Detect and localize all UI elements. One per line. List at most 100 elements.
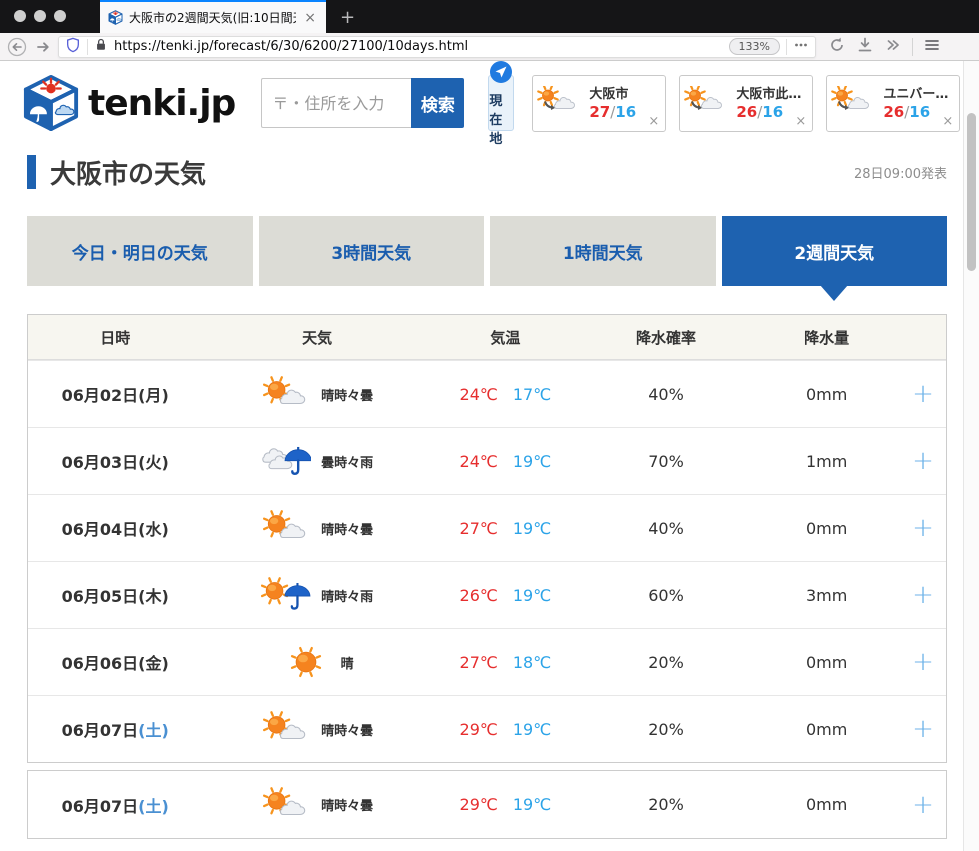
expand-row-button[interactable]: + <box>900 792 946 818</box>
weather-icon <box>261 376 311 412</box>
hamburger-menu-icon[interactable] <box>923 36 941 58</box>
browser-tab[interactable]: 大阪市の2週間天気(旧:10日間天気 × <box>100 0 326 33</box>
weather-label: 晴時々曇 <box>321 385 373 404</box>
header-temp: 気温 <box>432 327 579 348</box>
url-separator-2 <box>786 39 787 55</box>
forecast-row: 06月04日(水) 晴時々曇 27℃ 19℃ 40% 0mm + <box>28 494 946 561</box>
forward-icon[interactable] <box>32 36 54 58</box>
page-title-row: 大阪市の天気 28日09:00発表 <box>0 142 979 194</box>
forecast-row: 06月06日(金) 晴 27℃ 18℃ 20% 0mm + <box>28 628 946 695</box>
row-pop: 70% <box>579 452 753 471</box>
weather-label: 曇時々雨 <box>321 452 373 471</box>
lock-icon[interactable] <box>94 37 108 56</box>
low-temp: 19℃ <box>513 586 551 605</box>
zoom-window-button[interactable] <box>54 10 66 22</box>
weather-icon <box>261 577 311 613</box>
row-pop: 20% <box>579 653 753 672</box>
table-header-row: 日時 天気 気温 降水確率 降水量 <box>28 315 946 360</box>
forecast-row: 06月02日(月) 晴時々曇 24℃ 17℃ 40% 0mm + <box>28 360 946 427</box>
row-temps: 26℃ 19℃ <box>432 586 579 605</box>
tab-close-icon[interactable]: × <box>302 10 318 26</box>
chip-close-icon[interactable]: × <box>795 114 806 129</box>
close-window-button[interactable] <box>14 10 26 22</box>
row-precip: 0mm <box>753 519 900 538</box>
overflow-chevrons-icon[interactable] <box>884 36 902 58</box>
expand-row-button[interactable]: + <box>900 649 946 675</box>
reload-icon[interactable] <box>828 36 846 58</box>
row-weather: 晴時々曇 <box>202 711 432 747</box>
chip-weather-icon <box>684 86 732 121</box>
row-temps: 27℃ 19℃ <box>432 519 579 538</box>
titlebar: 大阪市の2週間天気(旧:10日間天気 × + <box>0 0 979 33</box>
weather-tab[interactable]: 2週間天気 <box>722 216 948 286</box>
tenki-logo[interactable]: tenki.jp <box>22 74 235 132</box>
traffic-lights[interactable] <box>14 10 66 22</box>
weather-icon <box>281 644 331 680</box>
new-tab-button[interactable]: + <box>340 7 355 33</box>
high-temp: 24℃ <box>460 385 498 404</box>
weather-icon <box>261 510 311 546</box>
current-location-button[interactable]: 現在地 <box>488 75 514 131</box>
row-weekday: (土) <box>138 717 169 741</box>
page-content: tenki.jp 検索 現在地 大阪市 27/16 × <box>0 61 979 851</box>
search-button[interactable]: 検索 <box>411 78 464 128</box>
weather-tab[interactable]: 1時間天気 <box>490 216 716 286</box>
minimize-window-button[interactable] <box>34 10 46 22</box>
weather-tab[interactable]: 3時間天気 <box>259 216 485 286</box>
toolbar-buttons <box>828 36 941 58</box>
row-weekday: (月) <box>138 382 169 406</box>
vertical-scrollbar[interactable] <box>963 61 979 851</box>
chip-weather-icon <box>537 86 585 121</box>
site-header: tenki.jp 検索 現在地 大阪市 27/16 × <box>0 61 979 142</box>
back-icon[interactable] <box>6 36 28 58</box>
expand-row-button[interactable]: + <box>900 448 946 474</box>
chip-close-icon[interactable]: × <box>942 114 953 129</box>
weather-icon <box>261 711 311 747</box>
zoom-level-badge[interactable]: 133% <box>729 38 780 55</box>
forecast-row: 06月07日(土) 晴時々曇 29℃ 19℃ 20% 0mm + <box>28 771 946 838</box>
scrollbar-thumb[interactable] <box>967 113 976 271</box>
row-pop: 20% <box>579 720 753 739</box>
current-location-label: 現在地 <box>489 90 513 147</box>
expand-row-button[interactable]: + <box>900 515 946 541</box>
download-icon[interactable] <box>856 36 874 58</box>
forecast-row: 06月05日(木) 晴時々雨 26℃ 19℃ 60% 3mm + <box>28 561 946 628</box>
chip-temps: 26/16 <box>883 103 930 121</box>
chip-close-icon[interactable]: × <box>648 114 659 129</box>
expand-row-button[interactable]: + <box>900 582 946 608</box>
location-chip[interactable]: ユニバー… 26/16 × <box>826 75 960 132</box>
row-date: 06月07日(土) <box>28 793 202 817</box>
row-precip: 1mm <box>753 452 900 471</box>
header-weather: 天気 <box>202 327 432 348</box>
weather-tab[interactable]: 今日・明日の天気 <box>27 216 253 286</box>
url-bar[interactable]: https://tenki.jp/forecast/6/30/6200/2710… <box>58 36 816 58</box>
chip-weather-icon <box>831 86 879 121</box>
search-input[interactable] <box>261 78 411 128</box>
table-body-week2: 06月07日(土) 晴時々曇 29℃ 19℃ 20% 0mm + <box>28 771 946 838</box>
weather-label: 晴時々雨 <box>321 586 373 605</box>
row-weekday: (金) <box>138 650 169 674</box>
weather-tabs: 今日・明日の天気 3時間天気 1時間天気 2週間天気 <box>0 216 979 286</box>
row-date: 06月04日(水) <box>28 516 202 540</box>
chip-location-name: 大阪市 <box>589 83 663 102</box>
expand-row-button[interactable]: + <box>900 381 946 407</box>
chip-high-temp: 26 <box>736 103 757 121</box>
high-temp: 29℃ <box>460 795 498 814</box>
row-precip: 0mm <box>753 385 900 404</box>
row-pop: 20% <box>579 795 753 814</box>
expand-row-button[interactable]: + <box>900 716 946 742</box>
page-actions-icon[interactable] <box>793 37 809 57</box>
location-chip[interactable]: 大阪市此… 26/16 × <box>679 75 813 132</box>
chip-temps: 26/16 <box>736 103 783 121</box>
tenki-logo-text[interactable]: tenki.jp <box>88 83 235 124</box>
location-chip[interactable]: 大阪市 27/16 × <box>532 75 666 132</box>
row-weather: 晴時々曇 <box>202 510 432 546</box>
row-pop: 40% <box>579 385 753 404</box>
announced-time: 28日09:00発表 <box>854 163 947 182</box>
shield-icon[interactable] <box>65 37 81 57</box>
page-title: 大阪市の天気 <box>50 154 206 191</box>
row-temps: 24℃ 19℃ <box>432 452 579 471</box>
row-temps: 29℃ 19℃ <box>432 795 579 814</box>
row-precip: 0mm <box>753 653 900 672</box>
url-text[interactable]: https://tenki.jp/forecast/6/30/6200/2710… <box>114 39 723 54</box>
